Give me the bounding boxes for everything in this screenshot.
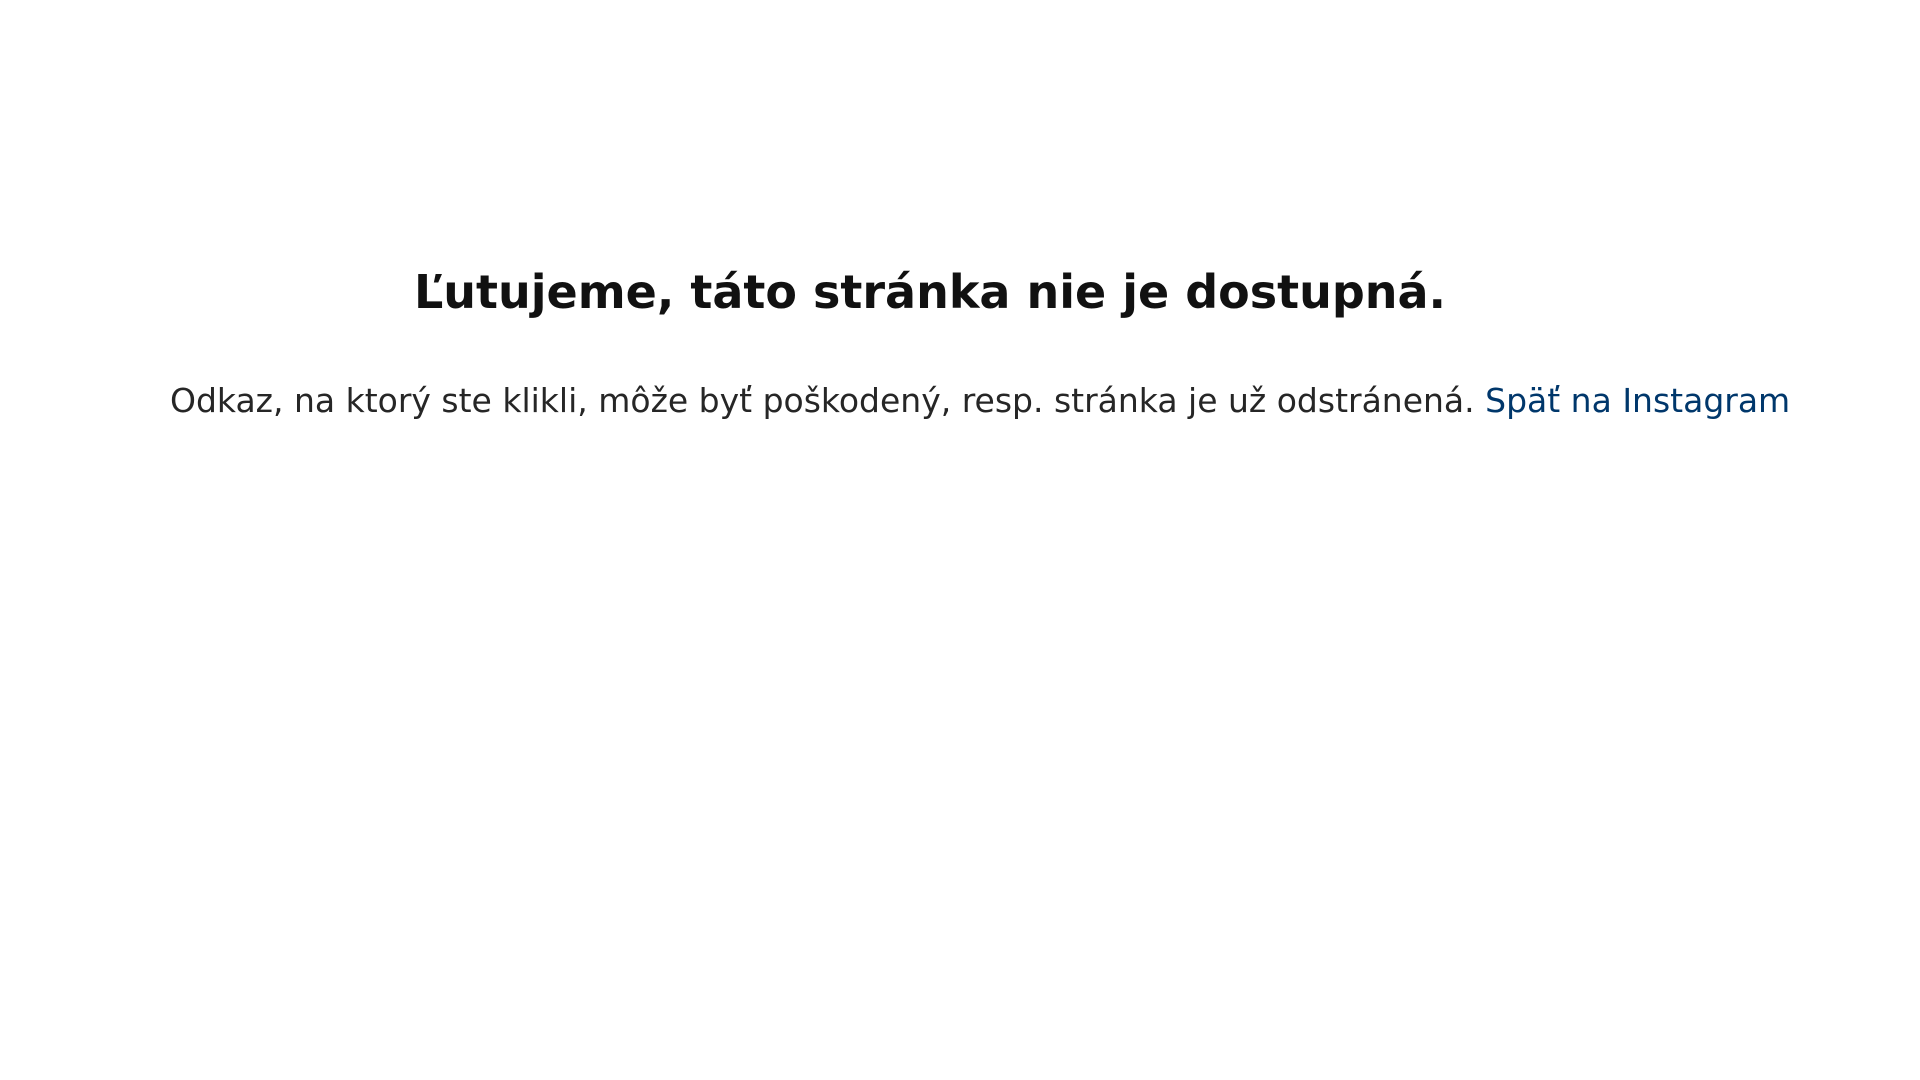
error-container: Ľutujeme, táto stránka nie je dostupná. … <box>170 256 1790 426</box>
error-page: Ľutujeme, táto stránka nie je dostupná. … <box>0 0 1920 1080</box>
error-message-text: Odkaz, na ktorý ste klikli, môže byť poš… <box>170 381 1486 420</box>
error-message: Odkaz, na ktorý ste klikli, môže byť poš… <box>170 376 1790 426</box>
error-title: Ľutujeme, táto stránka nie je dostupná. <box>413 265 1447 319</box>
back-to-instagram-link[interactable]: Späť na Instagram <box>1485 381 1790 420</box>
